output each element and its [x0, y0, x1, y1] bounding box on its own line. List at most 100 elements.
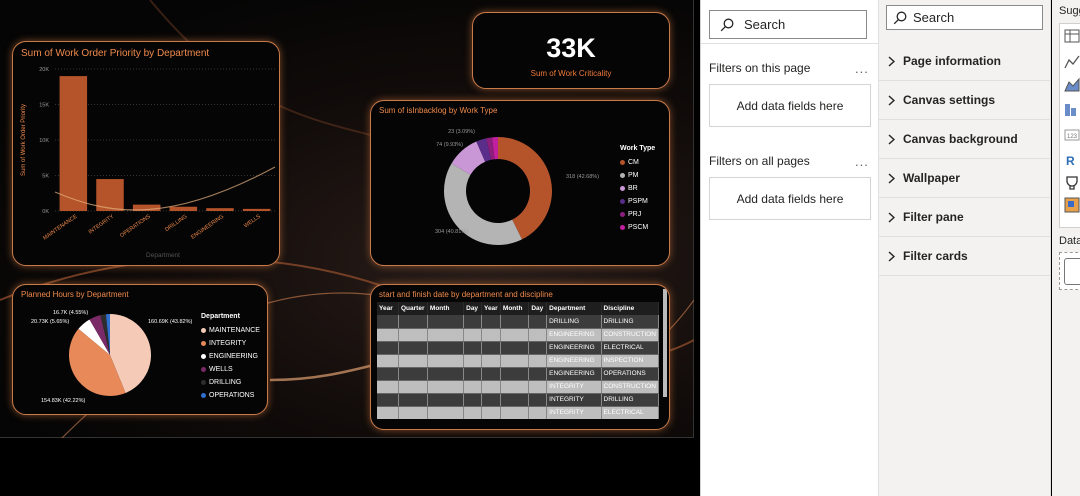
- legend-item[interactable]: DRILLING: [201, 376, 260, 389]
- data-label: Data: [1059, 235, 1080, 247]
- format-section-1[interactable]: Canvas settings: [879, 81, 1051, 120]
- legend-item[interactable]: CM: [620, 156, 655, 169]
- legend-item[interactable]: MAINTENANCE: [201, 324, 260, 337]
- table-row[interactable]: INTEGRITY DRILLING: [377, 393, 660, 407]
- table-cell: [427, 341, 465, 355]
- format-section-3[interactable]: Wallpaper: [879, 159, 1051, 198]
- kpi-label: Sum of Work Criticality: [530, 69, 612, 78]
- table-cell: [481, 315, 501, 329]
- table-visual-icon[interactable]: [1064, 29, 1080, 43]
- x-tick-label: ENGINEERING: [190, 214, 225, 241]
- table-cell: [377, 367, 399, 381]
- legend-dot: [620, 173, 625, 178]
- table-cell: [500, 328, 530, 342]
- column-header[interactable]: Department: [546, 302, 602, 315]
- format-section-0[interactable]: Page information: [879, 42, 1051, 81]
- bar[interactable]: [169, 206, 198, 211]
- legend-item[interactable]: PSCM: [620, 221, 655, 234]
- add-fields-all-dropzone[interactable]: Add data fields here: [709, 177, 871, 220]
- donut-chart-card[interactable]: Sum of isInbacklog by Work Type 23 (3.09…: [370, 100, 670, 266]
- table-cell: [427, 380, 465, 394]
- table-card[interactable]: start and finish date by department and …: [370, 284, 670, 430]
- format-section-label: Canvas settings: [903, 93, 996, 107]
- table-cell: [463, 328, 482, 342]
- legend-item[interactable]: PM: [620, 169, 655, 182]
- legend-item[interactable]: PSPM: [620, 195, 655, 208]
- bar[interactable]: [242, 208, 271, 211]
- bar-chart-card[interactable]: Sum of Work Order Priority by Department…: [12, 41, 280, 266]
- department-cell: DRILLING: [546, 315, 602, 329]
- data-dropzone[interactable]: [1059, 252, 1080, 290]
- table-scrollbar[interactable]: [663, 289, 667, 397]
- visual-gallery: 123 R: [1059, 23, 1080, 228]
- column-header[interactable]: Month: [427, 302, 465, 315]
- chevron-right-icon: [888, 250, 895, 262]
- y-tick-label: 5K: [42, 174, 49, 180]
- table-row[interactable]: ENGINEERING OPERATIONS: [377, 367, 660, 381]
- legend-item[interactable]: INTEGRITY: [201, 337, 260, 350]
- bar[interactable]: [59, 76, 88, 211]
- discipline-cell: ELECTRICAL: [601, 406, 660, 419]
- legend-item[interactable]: WELLS: [201, 363, 260, 376]
- table-row[interactable]: INTEGRITY ELECTRICAL: [377, 406, 660, 419]
- area-chart-icon[interactable]: [1064, 77, 1080, 92]
- x-tick-label: WELLS: [243, 214, 262, 230]
- column-header[interactable]: Year: [481, 302, 501, 315]
- legend-item[interactable]: BR: [620, 182, 655, 195]
- legend-item[interactable]: ENGINEERING: [201, 350, 260, 363]
- table-cell: [427, 328, 465, 342]
- trophy-icon[interactable]: [1066, 176, 1078, 190]
- table-row[interactable]: DRILLING DRILLING: [377, 315, 660, 329]
- divider: [701, 43, 880, 44]
- legend-dot: [620, 199, 625, 204]
- table-cell: [500, 367, 530, 381]
- format-section-5[interactable]: Filter cards: [879, 237, 1051, 276]
- column-header[interactable]: Year: [377, 302, 399, 315]
- more-options-icon[interactable]: ...: [855, 61, 869, 76]
- table-cell: [500, 341, 530, 355]
- bar[interactable]: [206, 208, 234, 211]
- column-header[interactable]: Month: [500, 302, 530, 315]
- table-container[interactable]: Year Quarter Month Day Year Month Day Departmen…: [377, 302, 665, 419]
- kpi-card[interactable]: 33K Sum of Work Criticality: [472, 12, 670, 89]
- pie-legend-title: Department: [201, 313, 240, 320]
- legend-item[interactable]: PRJ: [620, 208, 655, 221]
- table-row[interactable]: ENGINEERING INSPECTION: [377, 354, 660, 368]
- format-search-input[interactable]: Search: [886, 5, 1043, 30]
- column-header[interactable]: Day: [528, 302, 548, 315]
- r-visual-icon[interactable]: R: [1066, 154, 1075, 168]
- table-row[interactable]: ENGINEERING CONSTRUCTION: [377, 328, 660, 342]
- pie-chart-card[interactable]: Planned Hours by Department 16.7K (4.55%…: [12, 284, 268, 415]
- table-cell: [500, 380, 530, 394]
- column-header[interactable]: Day: [463, 302, 482, 315]
- discipline-cell: OPERATIONS: [601, 367, 660, 381]
- column-header[interactable]: Discipline: [601, 302, 660, 315]
- card-visual-icon[interactable]: 123: [1064, 129, 1080, 141]
- table-cell: [528, 315, 548, 329]
- donut-data-label: 74 (9.93%): [436, 142, 463, 148]
- legend-item[interactable]: OPERATIONS: [201, 389, 260, 402]
- bar-chart: 20K 15K 10K 5K 0K Sum of Work Order Priority D…: [21, 67, 276, 259]
- table-cell: [500, 406, 530, 419]
- column-header[interactable]: Quarter: [398, 302, 428, 315]
- format-section-4[interactable]: Filter pane: [879, 198, 1051, 237]
- chevron-right-icon: [888, 172, 895, 184]
- key-influencers-icon[interactable]: [1064, 197, 1080, 213]
- line-chart-icon[interactable]: [1064, 55, 1080, 69]
- table-row[interactable]: ENGINEERING ELECTRICAL: [377, 341, 660, 355]
- legend-label: INTEGRITY: [209, 340, 247, 347]
- table-title: start and finish date by department and …: [379, 290, 553, 299]
- format-section-2[interactable]: Canvas background: [879, 120, 1051, 159]
- column-chart-icon[interactable]: [1065, 104, 1076, 116]
- more-options-icon[interactable]: ...: [855, 154, 869, 169]
- table-cell: [500, 315, 530, 329]
- add-fields-page-dropzone[interactable]: Add data fields here: [709, 84, 871, 127]
- y-tick-label: 20K: [39, 67, 49, 73]
- filters-search-input[interactable]: Search: [709, 10, 867, 39]
- table-cell: [377, 406, 399, 419]
- data-field-well[interactable]: [1064, 258, 1080, 285]
- donut-legend-title: Work Type: [620, 145, 656, 152]
- table-row[interactable]: INTEGRITY CONSTRUCTION: [377, 380, 660, 394]
- table-cell: [398, 328, 428, 342]
- visualizations-pane: Sugg 123 R Data: [1052, 0, 1080, 496]
